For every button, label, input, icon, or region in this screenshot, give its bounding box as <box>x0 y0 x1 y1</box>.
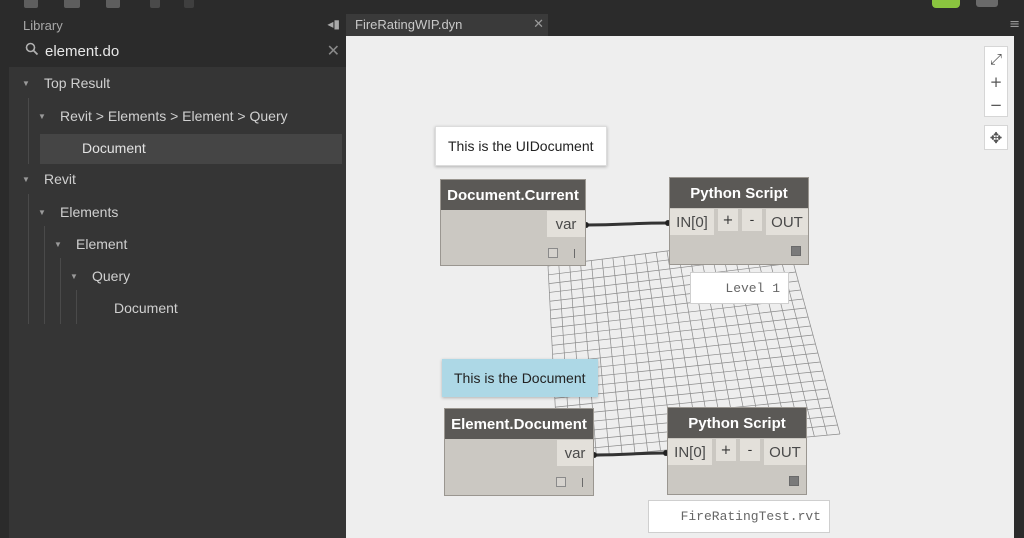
preview-toggle-icon[interactable] <box>791 246 801 256</box>
tree-item-revit-path[interactable]: ▼ Revit > Elements > Element > Query <box>9 102 346 132</box>
expand-arrow-icon: ▼ <box>38 208 46 217</box>
add-input-button[interactable]: + <box>718 209 738 231</box>
input-port-in0[interactable]: IN[0] <box>670 209 714 235</box>
connector-wire <box>593 451 667 457</box>
save-icon[interactable] <box>106 0 120 8</box>
node-python-script-2[interactable]: Python Script IN[0] + - OUT <box>667 407 807 495</box>
tree-item-label: Document <box>82 140 146 156</box>
expand-arrow-icon: ▼ <box>22 175 30 184</box>
node-title: Python Script <box>668 408 806 438</box>
tree-item-label: Revit <box>44 171 76 187</box>
watch-bubble-file: FireRatingTest.rvt <box>648 500 830 533</box>
node-element-document[interactable]: Element.Document var <box>444 408 594 496</box>
undo-icon[interactable] <box>150 0 160 8</box>
expand-arrow-icon: ▼ <box>54 240 62 249</box>
tree-item-label: Document <box>114 300 178 316</box>
node-title: Element.Document <box>445 409 593 439</box>
graph-canvas[interactable]: ⤢ + − ✥ This is the UIDocument This is t… <box>346 36 1014 538</box>
top-toolbar <box>0 0 1024 14</box>
expand-arrow-icon: ▼ <box>22 79 30 88</box>
search-input[interactable] <box>45 40 315 62</box>
input-port-in0[interactable]: IN[0] <box>668 439 712 465</box>
zoom-controls: ⤢ + − <box>984 46 1008 117</box>
clear-search-icon[interactable]: ✕ <box>327 41 340 60</box>
tree-item-top-result[interactable]: ▼ Top Result <box>9 69 346 99</box>
redo-icon[interactable] <box>184 0 194 8</box>
tree-item-query[interactable]: ▼ Query <box>9 262 346 292</box>
close-tab-icon[interactable]: ✕ <box>533 16 544 32</box>
note-document[interactable]: This is the Document <box>442 359 598 397</box>
library-title: Library <box>23 18 63 33</box>
pan-control: ✥ <box>984 125 1008 150</box>
node-document-current[interactable]: Document.Current var <box>440 179 586 266</box>
remove-input-button[interactable]: - <box>740 439 760 461</box>
tab-fireratingwip[interactable]: FireRatingWIP.dyn ✕ <box>346 14 548 36</box>
tree-item-label: Elements <box>60 204 119 220</box>
tree-item-label: Top Result <box>44 75 111 91</box>
fit-view-icon[interactable]: ⤢ <box>985 47 1007 70</box>
add-input-button[interactable]: + <box>716 439 736 461</box>
tab-label: FireRatingWIP.dyn <box>355 17 463 32</box>
zoom-in-icon[interactable]: + <box>985 70 1007 93</box>
output-port-out[interactable]: OUT <box>766 209 808 235</box>
canvas-right-edge <box>1014 36 1024 538</box>
library-panel: Library ◂▮ ✕ ▼ Top Result ▼ Revit > Elem… <box>0 14 346 538</box>
expand-arrow-icon: ▼ <box>70 272 78 281</box>
note-uidocument[interactable]: This is the UIDocument <box>435 126 607 166</box>
node-title: Python Script <box>670 178 808 208</box>
pan-icon[interactable]: ✥ <box>985 126 1007 149</box>
collapse-panel-icon[interactable]: ◂▮ <box>327 17 340 31</box>
output-port-out[interactable]: OUT <box>764 439 806 465</box>
tree-item-label: Element <box>76 236 128 252</box>
run-status-icon[interactable] <box>932 0 960 8</box>
tree-item-label: Query <box>92 268 131 284</box>
output-port-var[interactable]: var <box>557 440 593 466</box>
preview-toggle-icon[interactable] <box>548 248 558 258</box>
output-port-var[interactable]: var <box>547 211 585 237</box>
watch-bubble-level: Level 1 <box>690 272 789 304</box>
tree-item-revit[interactable]: ▼ Revit <box>9 165 346 195</box>
tree-item-document[interactable]: Document <box>9 294 346 324</box>
new-file-icon[interactable] <box>24 0 38 8</box>
expand-arrow-icon: ▼ <box>38 112 46 121</box>
tree-item-elements[interactable]: ▼ Elements <box>9 198 346 228</box>
lacing-icon <box>582 478 583 487</box>
tree-item-element[interactable]: ▼ Element <box>9 230 346 260</box>
tree-item-top-document[interactable]: Document <box>40 134 342 164</box>
open-file-icon[interactable] <box>64 0 80 8</box>
preview-toggle-icon[interactable] <box>556 477 566 487</box>
zoom-out-icon[interactable]: − <box>985 93 1007 116</box>
screenshot-icon[interactable] <box>976 0 998 7</box>
library-header: Library ◂▮ <box>9 14 346 36</box>
tab-bar: FireRatingWIP.dyn ✕ ≡ <box>346 14 1024 36</box>
library-search: ✕ <box>9 36 346 67</box>
tab-menu-icon[interactable]: ≡ <box>1009 17 1020 32</box>
preview-toggle-icon[interactable] <box>789 476 799 486</box>
node-python-script-1[interactable]: Python Script IN[0] + - OUT <box>669 177 809 265</box>
node-title: Document.Current <box>441 180 585 210</box>
tree-item-label: Revit > Elements > Element > Query <box>60 108 288 124</box>
lacing-icon <box>574 249 575 258</box>
remove-input-button[interactable]: - <box>742 209 762 231</box>
search-icon <box>25 42 39 56</box>
connector-wire <box>585 221 669 227</box>
